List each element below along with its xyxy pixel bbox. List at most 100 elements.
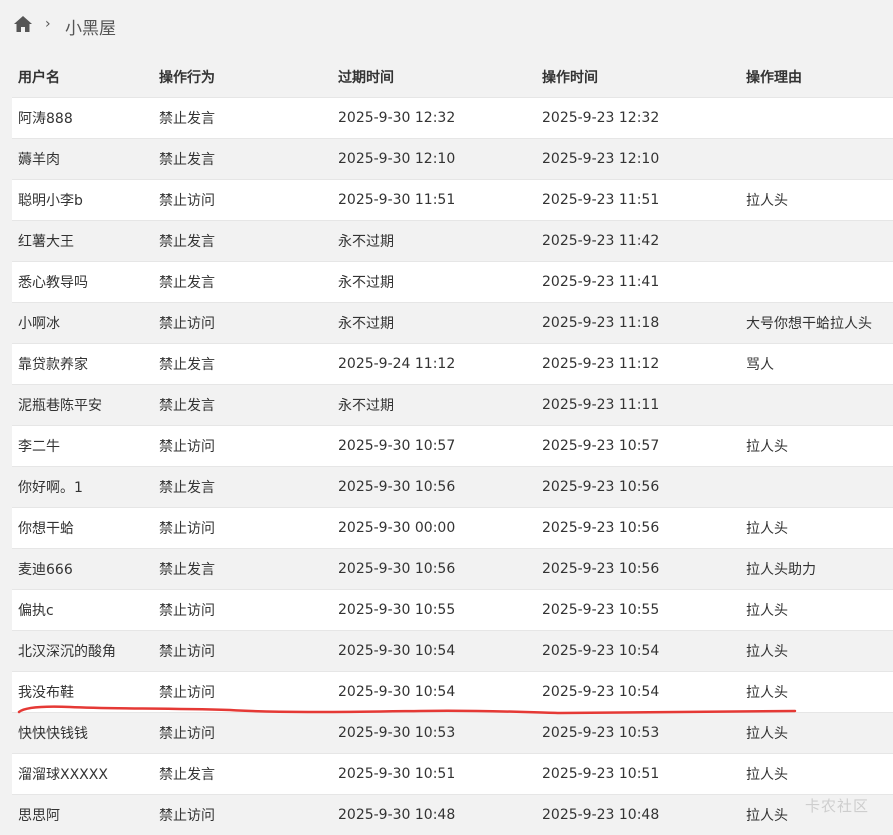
cell-reason: 大号你想干蛤拉人头: [740, 302, 893, 344]
cell-action: 禁止发言: [153, 261, 332, 303]
cell-action: 禁止访问: [153, 630, 332, 672]
table-header-row: 用户名 操作行为 过期时间 操作时间 操作理由: [12, 56, 893, 98]
table-row: 李二牛 禁止访问 2025-9-30 10:57 2025-9-23 10:57 拉人头: [12, 425, 893, 467]
cell-operate-time: 2025-9-23 11:12: [536, 343, 740, 385]
cell-username[interactable]: 你想干蛤: [12, 507, 153, 549]
cell-expire-time: 永不过期: [332, 261, 536, 303]
cell-reason: 拉人头: [740, 671, 893, 713]
cell-action: 禁止发言: [153, 97, 332, 139]
cell-action: 禁止发言: [153, 220, 332, 262]
cell-expire-time: 永不过期: [332, 220, 536, 262]
table-row: 北汉深沉的酸角 禁止访问 2025-9-30 10:54 2025-9-23 10:5…: [12, 630, 893, 672]
cell-expire-time: 2025-9-30 10:54: [332, 671, 536, 713]
cell-action: 禁止访问: [153, 302, 332, 344]
cell-username[interactable]: 快快快钱钱: [12, 712, 153, 754]
table-row: 小啊冰 禁止访问 永不过期 2025-9-23 11:18 大号你想干蛤拉人头: [12, 302, 893, 344]
cell-action: 禁止访问: [153, 589, 332, 631]
cell-expire-time: 2025-9-30 10:54: [332, 630, 536, 672]
cell-reason: [740, 384, 893, 426]
cell-expire-time: 2025-9-30 11:51: [332, 179, 536, 221]
cell-username[interactable]: 悉心教导吗: [12, 261, 153, 303]
cell-username[interactable]: 你好啊。1: [12, 466, 153, 508]
cell-username[interactable]: 聪明小李b: [12, 179, 153, 221]
table-row: 靠贷款养家 禁止发言 2025-9-24 11:12 2025-9-23 11:12 骂…: [12, 343, 893, 385]
cell-expire-time: 2025-9-30 10:51: [332, 753, 536, 795]
cell-username[interactable]: 小啊冰: [12, 302, 153, 344]
table-row: 我没布鞋 禁止访问 2025-9-30 10:54 2025-9-23 10:54 拉人…: [12, 671, 893, 713]
cell-operate-time: 2025-9-23 10:56: [536, 507, 740, 549]
cell-operate-time: 2025-9-23 12:10: [536, 138, 740, 180]
cell-username[interactable]: 思思阿: [12, 794, 153, 835]
cell-action: 禁止发言: [153, 138, 332, 180]
cell-reason: [740, 97, 893, 139]
home-icon[interactable]: [13, 15, 33, 33]
table-row: 聪明小李b 禁止访问 2025-9-30 11:51 2025-9-23 11:51 拉…: [12, 179, 893, 221]
cell-username[interactable]: 偏执c: [12, 589, 153, 631]
cell-reason: 拉人头: [740, 179, 893, 221]
table-row: 快快快钱钱 禁止访问 2025-9-30 10:53 2025-9-23 10:53 拉…: [12, 712, 893, 754]
table-row: 泥瓶巷陈平安 禁止发言 永不过期 2025-9-23 11:11: [12, 384, 893, 426]
cell-expire-time: 永不过期: [332, 302, 536, 344]
cell-username[interactable]: 我没布鞋: [12, 671, 153, 713]
table-row: 悉心教导吗 禁止发言 永不过期 2025-9-23 11:41: [12, 261, 893, 303]
cell-operate-time: 2025-9-23 10:57: [536, 425, 740, 467]
cell-reason: 拉人头: [740, 630, 893, 672]
header-reason: 操作理由: [740, 56, 893, 98]
table-row: 溜溜球XXXXX 禁止发言 2025-9-30 10:51 2025-9-23 10:…: [12, 753, 893, 795]
cell-username[interactable]: 泥瓶巷陈平安: [12, 384, 153, 426]
cell-operate-time: 2025-9-23 10:56: [536, 548, 740, 590]
cell-expire-time: 2025-9-30 10:53: [332, 712, 536, 754]
cell-operate-time: 2025-9-23 11:11: [536, 384, 740, 426]
cell-expire-time: 2025-9-30 10:55: [332, 589, 536, 631]
cell-expire-time: 2025-9-30 12:10: [332, 138, 536, 180]
cell-operate-time: 2025-9-23 10:51: [536, 753, 740, 795]
cell-username[interactable]: 李二牛: [12, 425, 153, 467]
cell-operate-time: 2025-9-23 10:54: [536, 630, 740, 672]
cell-action: 禁止访问: [153, 794, 332, 835]
cell-reason: 拉人头: [740, 753, 893, 795]
cell-action: 禁止访问: [153, 507, 332, 549]
cell-expire-time: 2025-9-30 10:56: [332, 466, 536, 508]
cell-action: 禁止发言: [153, 753, 332, 795]
cell-action: 禁止访问: [153, 425, 332, 467]
cell-username[interactable]: 红薯大王: [12, 220, 153, 262]
cell-expire-time: 2025-9-30 10:48: [332, 794, 536, 835]
cell-username[interactable]: 阿涛888: [12, 97, 153, 139]
header-expire-time: 过期时间: [332, 56, 536, 98]
cell-operate-time: 2025-9-23 10:53: [536, 712, 740, 754]
cell-username[interactable]: 薅羊肉: [12, 138, 153, 180]
table-row: 麦迪666 禁止发言 2025-9-30 10:56 2025-9-23 10:56 拉…: [12, 548, 893, 590]
cell-username[interactable]: 北汉深沉的酸角: [12, 630, 153, 672]
cell-reason: [740, 220, 893, 262]
cell-reason: 拉人头助力: [740, 548, 893, 590]
breadcrumb-current-page: 小黑屋: [65, 19, 116, 39]
ban-list-table: 用户名 操作行为 过期时间 操作时间 操作理由 阿涛888 禁止发言 2025-9-…: [12, 56, 893, 835]
cell-action: 禁止发言: [153, 343, 332, 385]
cell-action: 禁止访问: [153, 712, 332, 754]
cell-reason: [740, 138, 893, 180]
cell-operate-time: 2025-9-23 12:32: [536, 97, 740, 139]
cell-action: 禁止发言: [153, 384, 332, 426]
cell-operate-time: 2025-9-23 10:48: [536, 794, 740, 835]
cell-operate-time: 2025-9-23 10:55: [536, 589, 740, 631]
cell-username[interactable]: 溜溜球XXXXX: [12, 753, 153, 795]
cell-expire-time: 永不过期: [332, 384, 536, 426]
cell-expire-time: 2025-9-30 00:00: [332, 507, 536, 549]
cell-reason: [740, 466, 893, 508]
cell-operate-time: 2025-9-23 10:54: [536, 671, 740, 713]
breadcrumb: › 小黑屋: [0, 0, 893, 52]
table-row: 薅羊肉 禁止发言 2025-9-30 12:10 2025-9-23 12:10: [12, 138, 893, 180]
cell-expire-time: 2025-9-30 12:32: [332, 97, 536, 139]
table-row: 你想干蛤 禁止访问 2025-9-30 00:00 2025-9-23 10:56 拉人…: [12, 507, 893, 549]
breadcrumb-separator: ›: [45, 16, 51, 32]
table-row: 偏执c 禁止访问 2025-9-30 10:55 2025-9-23 10:55 拉人头: [12, 589, 893, 631]
header-username: 用户名: [12, 56, 153, 98]
cell-operate-time: 2025-9-23 11:18: [536, 302, 740, 344]
table-row: 红薯大王 禁止发言 永不过期 2025-9-23 11:42: [12, 220, 893, 262]
cell-expire-time: 2025-9-24 11:12: [332, 343, 536, 385]
cell-username[interactable]: 靠贷款养家: [12, 343, 153, 385]
cell-reason: 拉人头: [740, 712, 893, 754]
watermark-text: 卡农社区: [805, 797, 870, 815]
cell-username[interactable]: 麦迪666: [12, 548, 153, 590]
cell-expire-time: 2025-9-30 10:56: [332, 548, 536, 590]
